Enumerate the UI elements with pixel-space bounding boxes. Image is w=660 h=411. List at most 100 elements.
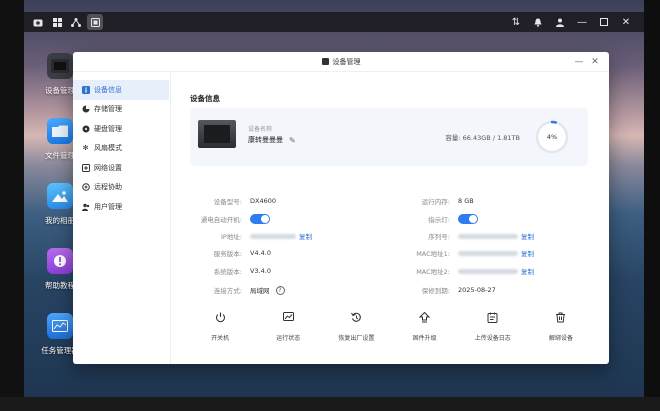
field-value: DX4600 xyxy=(250,197,276,205)
field-label: 保修到期: xyxy=(421,287,450,295)
sidebar-item-fan[interactable]: ✻ 风扇模式 xyxy=(73,139,169,159)
close-icon[interactable]: ✕ xyxy=(618,14,634,30)
device-name-text: 康转曼曼曼 xyxy=(248,136,283,144)
window-titlebar[interactable]: 设备管理 — ✕ xyxy=(73,52,609,72)
app-icon xyxy=(321,58,329,65)
field-label: 运行内存: xyxy=(421,198,450,206)
help-circle-icon[interactable]: ? xyxy=(275,285,285,295)
system-topbar: ⇅ — ✕ xyxy=(24,12,644,32)
transfer-icon[interactable]: ⇅ xyxy=(508,14,524,30)
sidebar-item-disks[interactable]: 硬盘管理 xyxy=(73,119,169,139)
sidebar-item-label: 远程协助 xyxy=(94,183,122,192)
action-bar: 开关机 运行状态 恢复出厂设置 固件升级 上传设备日志 解绑设备 xyxy=(186,310,595,342)
sidebar-item-label: 硬盘管理 xyxy=(94,124,122,133)
window-title-text: 设备管理 xyxy=(332,57,361,66)
device-manager-window: 设备管理 — ✕ 设备信息 存储管理 硬盘管理 ✻ 风扇模式 网络设置 远程协助… xyxy=(73,52,609,364)
action-label: 恢复出厂设置 xyxy=(338,335,375,342)
power-icon xyxy=(186,310,254,324)
copy-serial-link[interactable]: 复制 xyxy=(521,231,534,241)
run-status-button[interactable]: 运行状态 xyxy=(254,310,322,342)
auto-power-on-toggle[interactable] xyxy=(250,214,270,224)
pie-icon xyxy=(81,105,90,114)
sidebar-item-label: 用户管理 xyxy=(94,202,122,211)
copy-ip-link[interactable]: 复制 xyxy=(299,231,312,241)
firmware-upgrade-button[interactable]: 固件升级 xyxy=(391,310,459,342)
bell-icon[interactable] xyxy=(530,14,546,30)
field-label: 序列号: xyxy=(428,233,450,241)
sidebar-item-label: 网络设置 xyxy=(94,163,122,172)
field-connection: 连接方式: 局域网 ? xyxy=(180,284,285,296)
reset-icon xyxy=(322,310,390,324)
copy-mac2-link[interactable]: 复制 xyxy=(521,266,534,276)
monitor-icon xyxy=(254,310,322,324)
help-icon xyxy=(47,248,73,274)
field-label: 连接方式: xyxy=(213,287,242,295)
field-value: V4.4.0 xyxy=(250,249,271,257)
action-label: 上传设备日志 xyxy=(474,335,511,342)
field-label: 指示灯: xyxy=(428,216,450,224)
redacted-value xyxy=(458,268,518,274)
sidebar-item-label: 设备信息 xyxy=(94,85,122,94)
window-close-button[interactable]: ✕ xyxy=(589,56,601,68)
sidebar: 设备信息 存储管理 硬盘管理 ✻ 风扇模式 网络设置 远程协助 用户管理 xyxy=(73,72,171,364)
apps-grid-icon[interactable] xyxy=(49,14,65,30)
monitor-bezel-bottom xyxy=(0,397,660,411)
camera-icon[interactable] xyxy=(30,14,46,30)
indicator-light-toggle[interactable] xyxy=(458,214,478,224)
remote-icon xyxy=(81,183,90,192)
field-value: V3.4.0 xyxy=(250,267,271,275)
upload-log-button[interactable]: 上传设备日志 xyxy=(459,310,527,342)
field-value: 8 GB xyxy=(458,197,474,205)
usage-percent: 4% xyxy=(546,133,558,141)
window-minimize-button[interactable]: — xyxy=(573,56,585,68)
copy-mac1-link[interactable]: 复制 xyxy=(521,248,534,258)
power-button[interactable]: 开关机 xyxy=(186,310,254,342)
section-title: 设备信息 xyxy=(190,94,220,103)
info-icon xyxy=(81,85,90,94)
photo-icon xyxy=(47,183,73,209)
chart-icon xyxy=(47,313,73,339)
users-icon xyxy=(81,202,90,211)
redacted-value xyxy=(458,250,518,256)
action-label: 固件升级 xyxy=(412,335,437,342)
field-ip: IP地址: 复制 xyxy=(180,230,312,242)
unbind-device-button[interactable]: 解绑设备 xyxy=(527,310,595,342)
monitor-bezel-left xyxy=(0,0,24,411)
network-topology-icon[interactable] xyxy=(68,14,84,30)
field-label: 设备型号: xyxy=(213,198,242,206)
field-serial: 序列号: 复制 xyxy=(388,230,534,242)
field-system-version: 系统版本: V3.4.0 xyxy=(180,265,271,277)
field-service-version: 服务版本: V4.4.0 xyxy=(180,247,271,259)
factory-reset-button[interactable]: 恢复出厂设置 xyxy=(322,310,390,342)
field-memory: 运行内存: 8 GB xyxy=(388,195,474,207)
field-label: IP地址: xyxy=(220,233,242,241)
folder-icon xyxy=(47,118,73,144)
sidebar-item-storage[interactable]: 存储管理 xyxy=(73,100,169,120)
field-value: 2025-08-27 xyxy=(458,286,496,294)
trash-icon xyxy=(527,310,595,324)
redacted-value xyxy=(458,233,518,239)
sidebar-item-network[interactable]: 网络设置 xyxy=(73,158,169,178)
network-icon xyxy=(81,163,90,172)
capacity-text: 容量: 66.43GB / 1.81TB xyxy=(445,134,520,142)
action-label: 运行状态 xyxy=(276,335,301,342)
maximize-icon[interactable] xyxy=(596,14,612,30)
monitor-bezel-right xyxy=(644,0,660,411)
field-label: 系统版本: xyxy=(213,268,242,276)
device-name-label: 设备名称 xyxy=(248,126,273,133)
device-manager-app-icon xyxy=(47,53,73,79)
minimize-icon[interactable]: — xyxy=(574,14,590,30)
action-label: 解绑设备 xyxy=(548,335,573,342)
field-label: 通电自动开机: xyxy=(200,216,242,224)
disk-icon xyxy=(81,124,90,133)
user-icon[interactable] xyxy=(552,14,568,30)
field-mac2: MAC地址2: 复制 xyxy=(388,265,534,277)
log-icon xyxy=(459,310,527,324)
sidebar-item-remote[interactable]: 远程协助 xyxy=(73,178,169,198)
sidebar-item-device-info[interactable]: 设备信息 xyxy=(73,80,169,100)
edit-icon[interactable]: ✎ xyxy=(289,136,296,145)
field-mac1: MAC地址1: 复制 xyxy=(388,247,534,259)
sidebar-item-users[interactable]: 用户管理 xyxy=(73,197,169,217)
device-manager-taskbar-icon[interactable] xyxy=(87,14,103,30)
desktop: ⇅ — ✕ 设备管理 文件管理 我的相册 帮助教程 任务管理器 设备管理 — ✕… xyxy=(0,0,660,411)
